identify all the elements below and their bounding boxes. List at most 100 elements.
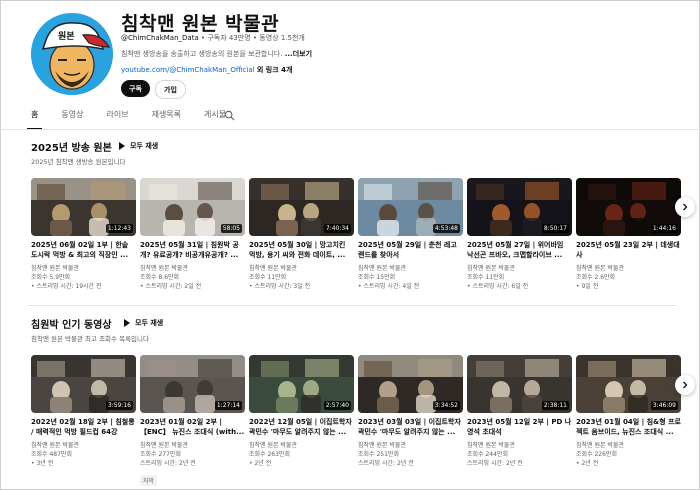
video-card[interactable]: 3:59:16 2022년 02월 18일 2부 | 침철롱 / 매력적인 먹방 … [31, 355, 136, 468]
video-title[interactable]: 2023년 01월 02일 2부 | 【ENC】 뉴진스 조대식 (with..… [140, 417, 245, 437]
video-duration: 2:57:40 [323, 401, 351, 410]
channel-link[interactable]: youtube.com/@ChimChakMan_Official [121, 66, 255, 74]
video-duration: 7:40:34 [323, 224, 351, 233]
video-title[interactable]: 2023년 03월 03일 | 이집트학자 곽민수 '마무도 알려주지 않는 .… [358, 417, 463, 437]
description-text: 침착맨 생방송을 송출하고 생방송의 원본을 보관합니다. [121, 50, 283, 58]
video-card[interactable]: 3:34:52 2023년 03월 03일 | 이집트학자 곽민수 '마무도 알려… [358, 355, 463, 468]
channel-description[interactable]: 침착맨 생방송을 송출하고 생방송의 원본을 보관합니다. ...더보기 [121, 49, 312, 59]
tab-videos[interactable]: 동영상 [57, 109, 87, 128]
video-stream-time: • 스트리밍 시간: 4일 전 [358, 283, 420, 290]
channel-meta: @ChimChakMan_Data • 구독자 43만명 • 동영상 1.5천개 [121, 33, 305, 43]
video-title[interactable]: 2025년 06월 02일 1부 | 한솥 도시락 먹방 & 최고의 직장인 .… [31, 240, 136, 260]
join-button[interactable]: 가입 [155, 80, 186, 99]
video-card[interactable]: 2:57:40 2022년 12월 05일 | 이집트학자 곽민수 '마무도 알려… [249, 355, 354, 468]
video-thumbnail[interactable]: 7:40:34 [249, 178, 354, 236]
video-title[interactable]: 2025년 05월 30일 | 망고치킨 먹방, 용기 씨와 전화 데이트, .… [249, 240, 354, 260]
video-thumbnail[interactable]: 1:27:14 [140, 355, 245, 413]
shelf-next-button[interactable] [675, 197, 695, 217]
video-view-count: 조회수 251만회 [358, 451, 399, 458]
video-thumbnail[interactable]: 58:05 [140, 178, 245, 236]
play-icon [124, 319, 130, 327]
video-stream-time: 스트리밍 시간: 2년 전 [358, 460, 414, 467]
video-thumbnail[interactable]: 1:44:16 [576, 178, 681, 236]
video-thumbnail[interactable]: 8:50:17 [467, 178, 572, 236]
video-card[interactable]: 2:38:11 2023년 05월 12일 2부 | PD 나영석 초대석침착맨 … [467, 355, 572, 468]
video-channel-name[interactable]: 침착맨 원본 박물관 [249, 264, 354, 273]
video-count: 동영상 1.5천개 [259, 34, 305, 42]
video-channel-name[interactable]: 침착맨 원본 박물관 [140, 441, 245, 450]
play-all-label: 모두 재생 [135, 319, 164, 327]
video-channel-name[interactable]: 침착맨 원본 박물관 [249, 441, 354, 450]
play-all-button[interactable]: 모두 재생 [124, 318, 163, 328]
video-channel-name[interactable]: 침착맨 원본 박물관 [576, 441, 681, 450]
video-channel-name[interactable]: 침착맨 원본 박물관 [576, 264, 681, 273]
section-title-2025: 2025년 방송 원본 [31, 143, 112, 154]
channel-avatar[interactable]: 원본 [31, 13, 113, 95]
video-duration: 3:59:16 [105, 401, 133, 410]
video-channel-name[interactable]: 침착맨 원본 박물관 [31, 264, 136, 273]
video-thumbnail[interactable]: 2:57:40 [249, 355, 354, 413]
channel-tabs: 홈 동영상 라이브 재생목록 게시물 [27, 109, 245, 130]
play-icon [119, 142, 125, 150]
video-channel-name[interactable]: 침착맨 원본 박물관 [467, 264, 572, 273]
shelf-next-button[interactable] [675, 375, 695, 395]
video-title[interactable]: 2025년 05월 27일 | 위어바임 낙선곤 프바오, 크맵할라이브 ... [467, 240, 572, 260]
video-view-count: 조회수 487만회 [31, 451, 72, 458]
section-subtitle: 침착맨 원본 박물관 최고 조회수 목록입니다 [31, 335, 149, 343]
video-duration: 1:44:16 [650, 224, 678, 233]
video-channel-name[interactable]: 침착맨 원본 박물관 [358, 264, 463, 273]
video-stream-time: • 스트리밍 시간: 2일 전 [140, 283, 202, 290]
more-link[interactable]: ...더보기 [285, 50, 312, 58]
section-title-popular: 침원박 인기 동영상 [31, 320, 112, 331]
video-channel-name[interactable]: 침착맨 원본 박물관 [140, 264, 245, 273]
video-stream-time: 스트리밍 시간: 2년 전 [140, 460, 196, 467]
video-stream-time: • 스트리밍 시간: 6일 전 [467, 283, 529, 290]
tab-home[interactable]: 홈 [27, 109, 43, 130]
subscribe-button[interactable]: 구독 [121, 80, 150, 97]
video-thumbnail[interactable]: 3:59:16 [31, 355, 136, 413]
video-title[interactable]: 2025년 05월 31일 | 침원박 공개? 유료공개? 비공개유공개? ..… [140, 240, 245, 260]
tab-live[interactable]: 라이브 [102, 109, 132, 128]
channel-links: youtube.com/@ChimChakMan_Official 외 링크 4… [121, 65, 292, 75]
video-title[interactable]: 2025년 05월 23일 2부 | 데생대사 [576, 240, 681, 260]
video-card[interactable]: 58:05 2025년 05월 31일 | 침원박 공개? 유료공개? 비공개유공… [140, 178, 245, 291]
video-card[interactable]: 1:27:14 2023년 01월 02일 2부 | 【ENC】 뉴진스 조대식 … [140, 355, 245, 487]
video-thumbnail[interactable]: 3:46:09 [576, 355, 681, 413]
subscriber-count: 구독자 43만명 [207, 34, 251, 42]
video-duration: 2:38:11 [541, 401, 569, 410]
video-card[interactable]: 8:50:17 2025년 05월 27일 | 위어바임 낙선곤 프바오, 크맵할… [467, 178, 572, 291]
section-subtitle: 2025년 침착맨 생방송 원본입니다 [31, 158, 126, 166]
video-card[interactable]: 7:40:34 2025년 05월 30일 | 망고치킨 먹방, 용기 씨와 전화… [249, 178, 354, 291]
video-title[interactable]: 2022년 02월 18일 2부 | 침철롱 / 매력적인 먹방 필드컵 64강 [31, 417, 136, 437]
video-thumbnail[interactable]: 3:34:52 [358, 355, 463, 413]
cartoon-face-icon [31, 13, 113, 95]
video-card[interactable]: 1:44:16 2025년 05월 23일 2부 | 데생대사침착맨 원본 박물관… [576, 178, 681, 291]
search-icon[interactable] [224, 110, 235, 121]
video-view-count: 조회수 277만회 [140, 451, 181, 458]
chevron-right-icon [683, 203, 688, 211]
video-channel-name[interactable]: 침착맨 원본 박물관 [31, 441, 136, 450]
video-card[interactable]: 3:46:09 2023년 01월 04일 | 침&형 프로젝트 옴브이드, 뉴진… [576, 355, 681, 468]
video-channel-name[interactable]: 침착맨 원본 박물관 [467, 441, 572, 450]
video-duration: 58:05 [220, 224, 242, 233]
video-thumbnail[interactable]: 2:38:11 [467, 355, 572, 413]
video-title[interactable]: 2023년 01월 04일 | 침&형 프로젝트 옴브이드, 뉴진스 조대식 .… [576, 417, 681, 437]
tab-playlists[interactable]: 재생목록 [148, 109, 185, 128]
video-thumbnail[interactable]: 4:53:48 [358, 178, 463, 236]
video-title[interactable]: 2025년 05월 29일 | 춘천 레고랜드를 찾아서 [358, 240, 463, 260]
chevron-right-icon [683, 381, 688, 389]
video-title[interactable]: 2022년 12월 05일 | 이집트학자 곽민수 '마무도 알려주지 않는 .… [249, 417, 354, 437]
tabs-divider [0, 129, 700, 130]
video-card[interactable]: 4:53:48 2025년 05월 29일 | 춘천 레고랜드를 찾아서침착맨 원… [358, 178, 463, 291]
video-stream-time: • 2년 전 [576, 460, 599, 467]
video-stream-time: • 3년 전 [31, 460, 54, 467]
video-card[interactable]: 1:12:43 2025년 06월 02일 1부 | 한솥 도시락 먹방 & 최고… [31, 178, 136, 291]
video-title[interactable]: 2023년 05월 12일 2부 | PD 나영석 초대석 [467, 417, 572, 437]
more-links[interactable]: 외 링크 4개 [257, 66, 293, 74]
video-thumbnail[interactable]: 1:12:43 [31, 178, 136, 236]
video-view-count: 조회수 11만회 [249, 274, 287, 281]
video-duration: 3:34:52 [432, 401, 460, 410]
video-channel-name[interactable]: 침착맨 원본 박물관 [358, 441, 463, 450]
play-all-button[interactable]: 모두 재생 [119, 141, 158, 151]
section-divider [27, 305, 677, 306]
